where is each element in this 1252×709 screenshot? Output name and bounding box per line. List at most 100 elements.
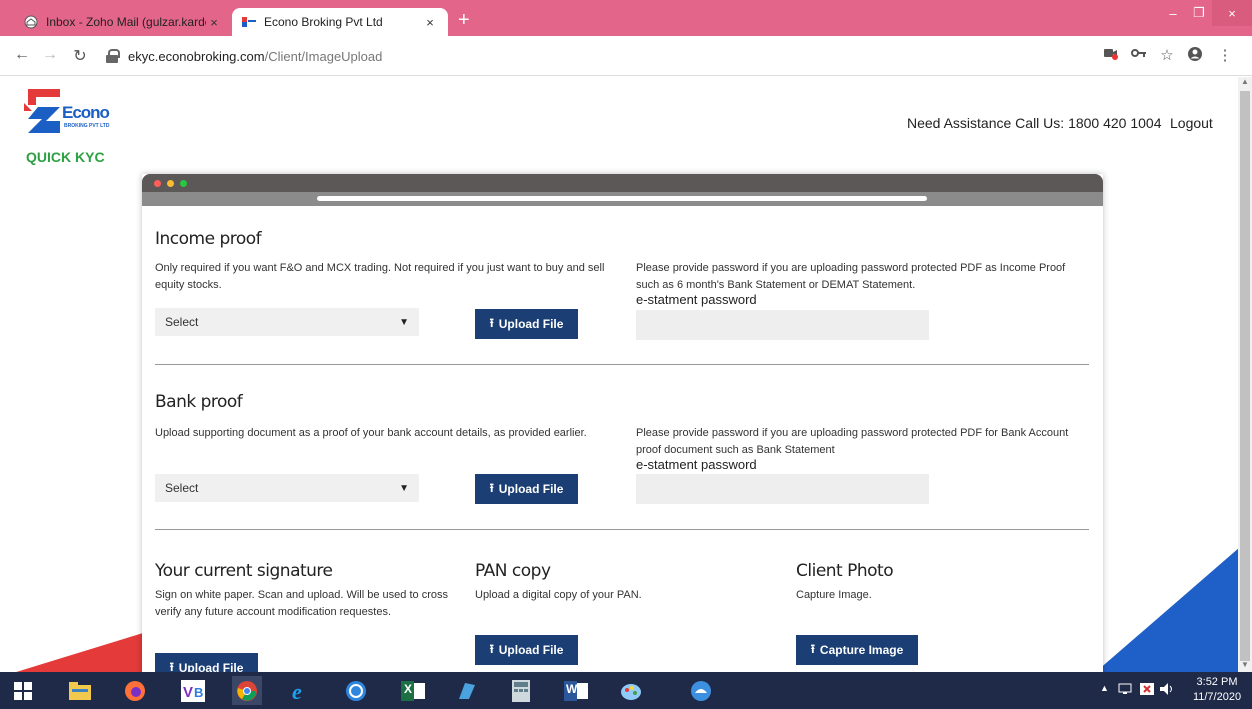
capture-image-button[interactable]: ⭱ Capture Image xyxy=(796,635,918,665)
logo-subtext: BROKING PVT LTD xyxy=(64,123,110,129)
econo-logo[interactable]: Econo BROKING PVT LTD QUICK KYC xyxy=(22,83,122,165)
new-tab-button[interactable]: + xyxy=(458,10,470,30)
firefox-icon[interactable] xyxy=(120,676,150,705)
tab-close-icon[interactable]: × xyxy=(206,15,222,30)
tray-overflow-icon[interactable]: ▲ xyxy=(1100,683,1109,693)
network-icon[interactable] xyxy=(1118,683,1132,698)
bank-proof-description: Upload supporting document as a proof of… xyxy=(155,427,587,439)
pan-copy-description: Upload a digital copy of your PAN. xyxy=(475,589,642,601)
green-dot-icon xyxy=(180,180,187,187)
chevron-down-icon: ▼ xyxy=(399,482,409,494)
select-value: Select xyxy=(165,315,199,329)
yellow-dot-icon xyxy=(167,180,174,187)
close-window-button[interactable]: × xyxy=(1212,0,1252,26)
divider xyxy=(155,364,1089,365)
button-label: Upload File xyxy=(178,661,244,672)
windows-start-icon[interactable] xyxy=(8,676,38,705)
select-value: Select xyxy=(165,481,199,495)
page-scrollbar[interactable]: ▲ ▼ xyxy=(1238,77,1252,672)
logo-mark-icon xyxy=(24,89,60,133)
income-password-input[interactable] xyxy=(636,310,929,340)
bank-password-note: Please provide password if you are uploa… xyxy=(636,427,1069,456)
reload-icon[interactable]: ↻ xyxy=(70,46,90,66)
file-explorer-icon[interactable] xyxy=(65,676,95,705)
clock-time: 3:52 PM xyxy=(1196,676,1238,688)
word-icon[interactable]: W xyxy=(561,676,591,705)
key-icon[interactable] xyxy=(1130,46,1148,64)
flag-alert-icon[interactable] xyxy=(1140,683,1154,698)
svg-text:V: V xyxy=(183,684,193,701)
internet-explorer-icon[interactable]: e xyxy=(286,676,316,705)
address-bar: ← → ↻ ekyc.econobroking.com/Client/Image… xyxy=(0,36,1252,76)
chevron-down-icon: ▼ xyxy=(399,316,409,328)
logout-link[interactable]: Logout xyxy=(1170,115,1213,131)
bank-proof-select[interactable]: Select ▼ xyxy=(155,474,419,502)
notes-app-icon[interactable] xyxy=(452,676,482,705)
tab-econo-broking[interactable]: Econo Broking Pvt Ltd × xyxy=(232,8,448,36)
scroll-down-icon[interactable]: ▼ xyxy=(1238,660,1252,672)
chrome-icon[interactable] xyxy=(232,676,262,705)
scroll-thumb[interactable] xyxy=(1240,91,1250,661)
upload-icon: ⭱ xyxy=(810,641,815,656)
calculator-icon[interactable] xyxy=(506,676,536,705)
tab-zoho-mail[interactable]: Inbox - Zoho Mail (gulzar.kardon × xyxy=(14,8,232,36)
assistance-phone: Need Assistance Call Us: 1800 420 1004 xyxy=(907,115,1162,131)
tab-close-icon[interactable]: × xyxy=(422,15,438,30)
bookmark-star-icon[interactable]: ☆ xyxy=(1158,46,1176,64)
income-proof-title: Income proof xyxy=(155,229,262,249)
logo-text: Econo xyxy=(62,103,110,122)
zoho-mail-taskbar-icon[interactable] xyxy=(341,676,371,705)
forward-arrow-icon[interactable]: → xyxy=(40,46,60,64)
volume-icon[interactable] xyxy=(1160,683,1176,698)
skype-meeting-icon[interactable] xyxy=(686,676,716,705)
income-password-label: e-statment password xyxy=(636,292,757,307)
url-path: /Client/ImageUpload xyxy=(264,48,383,64)
back-arrow-icon[interactable]: ← xyxy=(12,46,32,64)
camera-blocked-icon[interactable] xyxy=(1102,46,1120,64)
income-upload-button[interactable]: ⭱ Upload File xyxy=(475,309,578,339)
excel-label: X xyxy=(404,682,413,696)
signature-description: Sign on white paper. Scan and upload. Wi… xyxy=(155,589,448,618)
browser-tabstrip: Inbox - Zoho Mail (gulzar.kardon × Econo… xyxy=(0,0,1252,36)
signature-title: Your current signature xyxy=(155,561,333,581)
income-proof-description: Only required if you want F&O and MCX tr… xyxy=(155,262,605,291)
system-clock[interactable]: 3:52 PM 11/7/2020 xyxy=(1186,675,1248,705)
income-proof-select[interactable]: Select ▼ xyxy=(155,308,419,336)
svg-text:B: B xyxy=(194,685,203,700)
svg-text:e: e xyxy=(292,680,302,702)
client-photo-description: Capture Image. xyxy=(796,589,872,601)
button-label: Capture Image xyxy=(819,643,904,657)
tab-title: Inbox - Zoho Mail (gulzar.kardon xyxy=(46,15,206,29)
url-field[interactable]: ekyc.econobroking.com/Client/ImageUpload xyxy=(106,44,1076,68)
tab-title: Econo Broking Pvt Ltd xyxy=(264,15,383,29)
button-label: Upload File xyxy=(498,482,564,496)
red-dot-icon xyxy=(154,180,161,187)
profile-icon[interactable] xyxy=(1186,46,1204,66)
quick-kyc-label: QUICK KYC xyxy=(26,149,105,165)
paint-icon[interactable] xyxy=(616,676,646,705)
url-host: ekyc.econobroking.com xyxy=(128,48,265,64)
client-photo-title: Client Photo xyxy=(796,561,894,581)
econo-favicon-icon xyxy=(242,15,256,29)
bank-password-input[interactable] xyxy=(636,474,929,504)
bank-password-label: e-statment password xyxy=(636,457,757,472)
signature-upload-button[interactable]: ⭱ Upload File xyxy=(155,653,258,672)
upload-icon: ⭱ xyxy=(489,315,494,330)
maximize-button[interactable]: ❐ xyxy=(1186,0,1212,26)
lock-icon xyxy=(106,49,120,63)
divider xyxy=(155,529,1089,530)
windows-taskbar: VB e X W ▲ 3:52 PM 11/7/2020 xyxy=(0,672,1252,709)
button-label: Upload File xyxy=(498,643,564,657)
upload-icon: ⭱ xyxy=(489,641,494,656)
decor-blue-shape xyxy=(1090,547,1238,672)
card-titlebar xyxy=(142,174,1103,192)
bank-upload-button[interactable]: ⭱ Upload File xyxy=(475,474,578,504)
vb-app-icon[interactable]: VB xyxy=(178,676,208,705)
upload-icon: ⭱ xyxy=(169,659,174,673)
menu-kebab-icon[interactable]: ⋮ xyxy=(1216,46,1234,64)
excel-icon[interactable]: X xyxy=(398,676,428,705)
pan-upload-button[interactable]: ⭱ Upload File xyxy=(475,635,578,665)
scroll-up-icon[interactable]: ▲ xyxy=(1238,77,1252,89)
minimize-button[interactable]: – xyxy=(1160,0,1186,26)
income-password-note: Please provide password if you are uploa… xyxy=(636,262,1066,291)
